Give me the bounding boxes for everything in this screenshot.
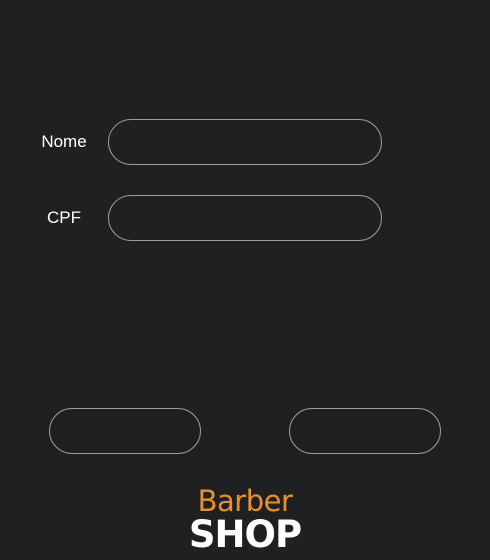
cpf-label: CPF	[47, 208, 81, 227]
left-action-button[interactable]	[49, 408, 201, 454]
right-action-button[interactable]	[289, 408, 441, 454]
name-input[interactable]	[108, 119, 382, 165]
logo-shop-text: SHOP	[188, 513, 302, 556]
cpf-input[interactable]	[108, 195, 382, 241]
barber-shop-logo: Barber SHOP	[0, 484, 490, 554]
name-label: Nome	[41, 132, 87, 151]
